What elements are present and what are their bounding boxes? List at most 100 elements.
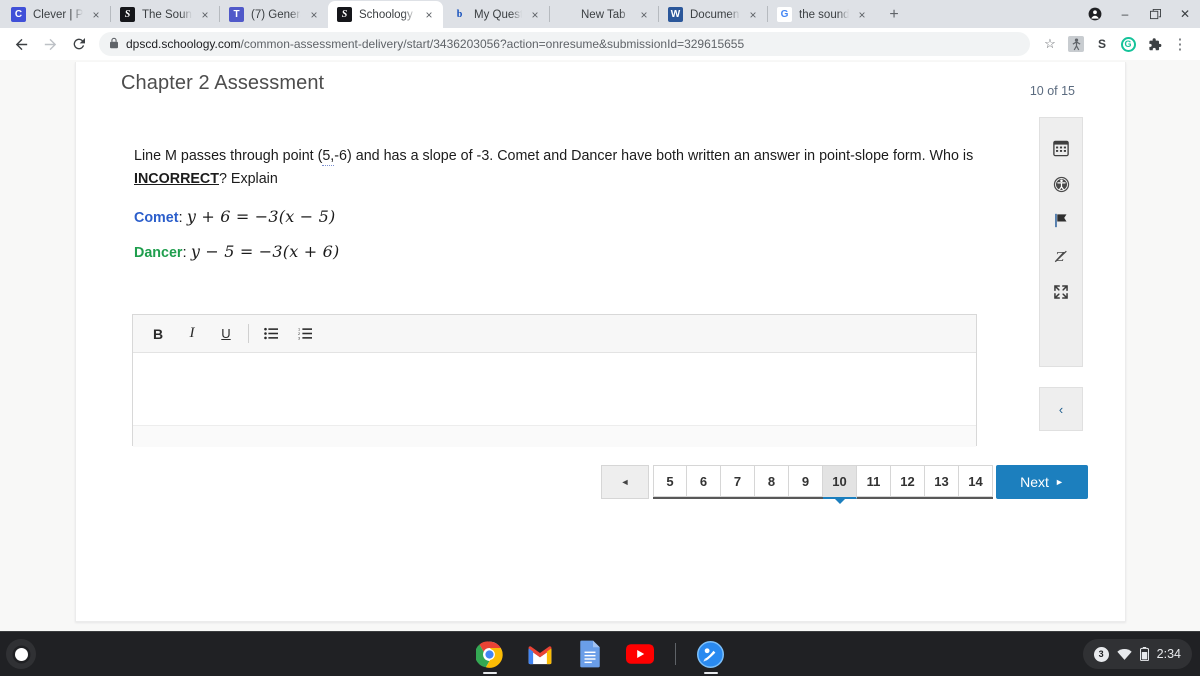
browser-window: C Clever | Portal × S The Sound of M × T…	[0, 0, 1200, 631]
editor-toolbar: B I U 1 2 3	[133, 315, 976, 353]
flag-question-icon[interactable]	[1046, 202, 1076, 238]
url-path: /common-assessment-delivery/start/343620…	[240, 37, 745, 51]
numbered-list-icon[interactable]: 1 2 3	[288, 319, 322, 349]
tab-strip: C Clever | Portal × S The Sound of M × T…	[0, 0, 1200, 28]
page-button-5[interactable]: 5	[653, 465, 687, 497]
browser-tab-clever[interactable]: C Clever | Portal ×	[2, 1, 110, 28]
wifi-icon	[1116, 648, 1132, 660]
chrome-menu-icon[interactable]: ⋮	[1168, 32, 1192, 56]
answer-comet: Comet: y + 6 = −3(x − 5)	[134, 207, 974, 226]
answer-textarea[interactable]	[133, 353, 976, 425]
reload-button[interactable]	[66, 31, 92, 57]
extensions-puzzle-icon[interactable]	[1142, 32, 1166, 56]
next-question-button[interactable]: Next ►	[996, 465, 1088, 499]
page-title: Chapter 2 Assessment	[121, 72, 325, 94]
question-body: Line M passes through point (5,-6) and h…	[134, 145, 974, 261]
google-docs-app-icon[interactable]	[575, 639, 605, 669]
answer-author-name: Dancer	[134, 245, 183, 262]
answer-equation: y − 5 = −3(x + 6)	[190, 242, 340, 262]
bing-icon: b	[456, 8, 463, 20]
page-button-11[interactable]: 11	[857, 465, 891, 497]
tab-close-icon[interactable]: ×	[636, 7, 652, 23]
tab-close-icon[interactable]: ×	[527, 7, 543, 23]
new-tab-button[interactable]: +	[880, 1, 908, 28]
page-button-8[interactable]: 8	[755, 465, 789, 497]
underline-button[interactable]: U	[209, 319, 243, 349]
tab-title: Schoology	[359, 8, 413, 21]
tab-close-icon[interactable]: ×	[421, 7, 437, 23]
tab-title: (7) General (EL	[251, 8, 301, 21]
question-pagination: ◄ 5 6 7 8 9 10 11 12 13 14 Next ►	[601, 465, 1088, 504]
spellcheck-underlined-text: 5,	[322, 148, 335, 166]
question-progress: 10 of 15	[1029, 84, 1075, 98]
schoology-icon: S	[337, 7, 352, 22]
maximize-window-icon[interactable]	[1140, 0, 1170, 28]
microsoft-teams-icon: T	[229, 7, 244, 22]
google-icon: G	[777, 7, 792, 22]
page-button-12[interactable]: 12	[891, 465, 925, 497]
browser-tab-the-sound-of-m-google[interactable]: G the sound of m ×	[768, 1, 876, 28]
browser-tab-schoology-active[interactable]: S Schoology ×	[328, 1, 443, 28]
bookmark-star-icon[interactable]: ☆	[1038, 32, 1062, 56]
tab-close-icon[interactable]: ×	[854, 7, 870, 23]
fullscreen-expand-icon[interactable]	[1046, 274, 1076, 310]
gmail-app-icon[interactable]	[525, 639, 555, 669]
tab-title: The Sound of M	[142, 8, 192, 21]
close-window-icon[interactable]: ✕	[1170, 0, 1200, 28]
prompt-emphasis: INCORRECT	[134, 171, 219, 188]
browser-tab-document18[interactable]: W Document18.d ×	[659, 1, 767, 28]
accessibility-icon[interactable]	[1046, 166, 1076, 202]
tab-close-icon[interactable]: ×	[306, 7, 322, 23]
page-button-10-current[interactable]: 10	[823, 465, 857, 504]
url-host: dpscd.schoology.com	[126, 37, 241, 51]
prompt-part-3: ? Explain	[219, 171, 278, 188]
collapse-tool-rail-button[interactable]: ‹	[1039, 387, 1083, 431]
system-tray[interactable]: 3 2:34	[1082, 639, 1192, 669]
page-button-14[interactable]: 14	[959, 465, 993, 497]
assessment-tool-rail: Z	[1039, 117, 1083, 367]
youtube-app-icon[interactable]	[625, 639, 655, 669]
read-write-extension-icon[interactable]	[1064, 32, 1088, 56]
url-text: dpscd.schoology.com/common-assessment-de…	[126, 37, 744, 51]
bold-button[interactable]: B	[141, 319, 175, 349]
page-button-6[interactable]: 6	[687, 465, 721, 497]
answer-colon: :	[182, 244, 191, 262]
tab-title: New Tab	[581, 8, 626, 21]
browser-tab-new-tab[interactable]: New Tab ×	[550, 1, 658, 28]
tab-close-icon[interactable]: ×	[745, 7, 761, 23]
answer-dancer: Dancer: y − 5 = −3(x + 6)	[134, 242, 974, 261]
tab-close-icon[interactable]: ×	[88, 7, 104, 23]
back-button[interactable]	[8, 31, 34, 57]
minimize-window-icon[interactable]: –	[1110, 0, 1140, 28]
address-bar[interactable]: dpscd.schoology.com/common-assessment-de…	[99, 32, 1030, 56]
shelf-divider	[674, 643, 676, 665]
tab-close-icon[interactable]: ×	[197, 7, 213, 23]
forward-button[interactable]	[37, 31, 63, 57]
tab-title: Document18.d	[690, 8, 740, 21]
italic-button[interactable]: I	[175, 319, 209, 349]
browser-tab-the-sound-of-m[interactable]: S The Sound of M ×	[111, 1, 219, 28]
s-extension-icon[interactable]: S	[1090, 32, 1114, 56]
notification-badge: 3	[1093, 646, 1109, 662]
page-button-13[interactable]: 13	[925, 465, 959, 497]
svg-text:3: 3	[298, 336, 300, 340]
page-button-9[interactable]: 9	[789, 465, 823, 497]
read-write-app-icon[interactable]	[696, 639, 726, 674]
bulleted-list-icon[interactable]	[254, 319, 288, 349]
clock-time: 2:34	[1156, 647, 1181, 661]
editor-status-bar	[133, 425, 976, 447]
chrome-app-icon[interactable]	[475, 639, 505, 674]
page-button-7[interactable]: 7	[721, 465, 755, 497]
line-reader-icon[interactable]: Z	[1046, 238, 1076, 274]
browser-tab-general-teams[interactable]: T (7) General (EL ×	[220, 1, 328, 28]
toolbar-divider	[248, 324, 249, 343]
answer-rich-text-editor[interactable]: B I U 1 2 3	[132, 314, 977, 447]
grammarly-extension-icon[interactable]: G	[1116, 32, 1140, 56]
profile-avatar-icon[interactable]	[1080, 0, 1110, 28]
calculator-icon[interactable]	[1046, 130, 1076, 166]
previous-page-button[interactable]: ◄	[601, 465, 649, 499]
launcher-icon[interactable]	[6, 639, 36, 669]
svg-text:2: 2	[298, 332, 300, 336]
prompt-part-1: Line M passes through point (	[134, 148, 323, 164]
browser-tab-my-questions[interactable]: b My Questions ×	[443, 1, 549, 28]
